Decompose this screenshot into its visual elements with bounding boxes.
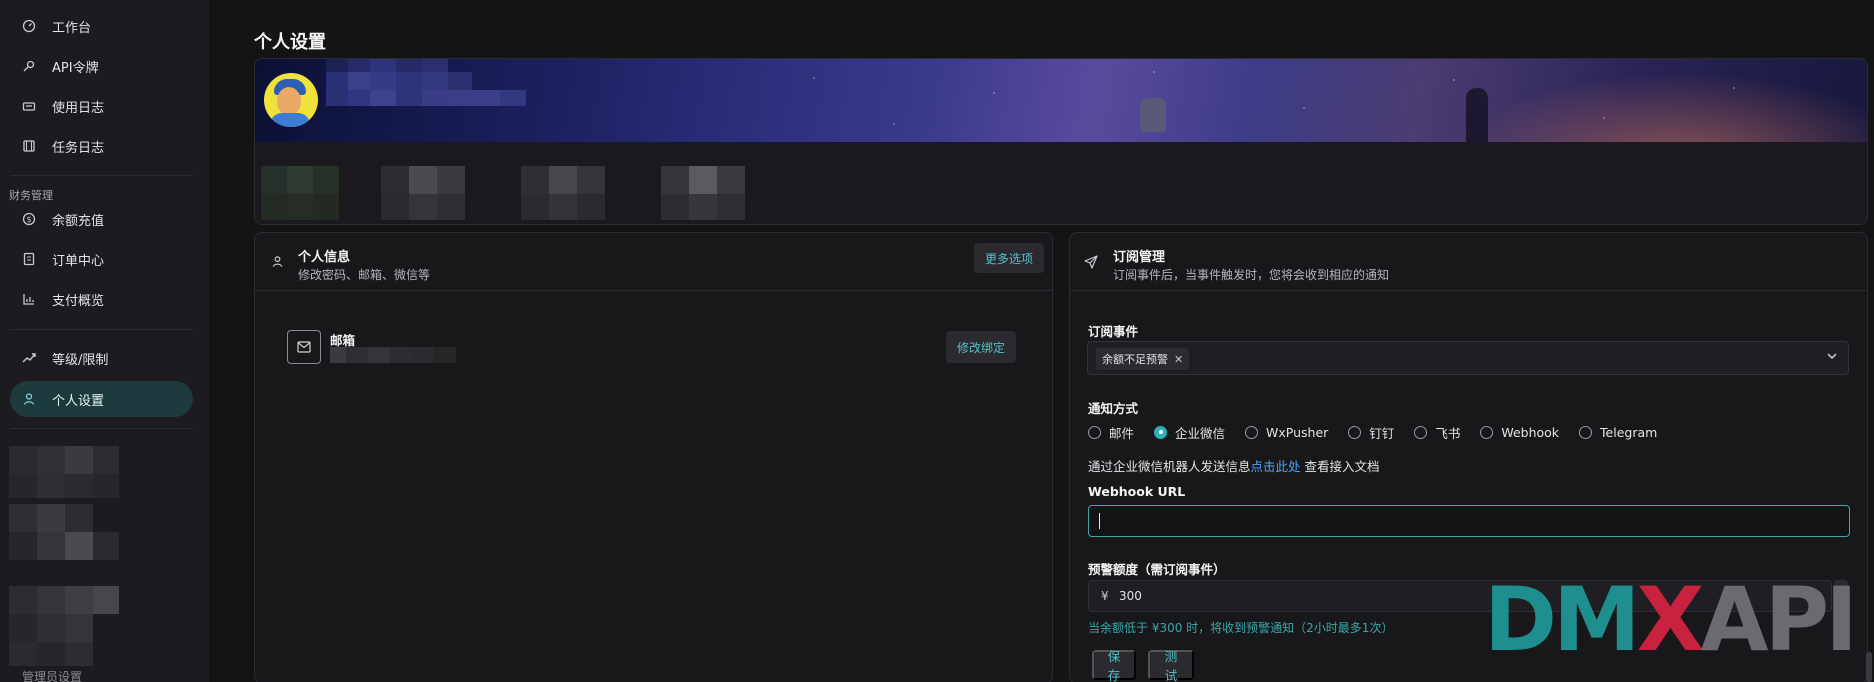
profile-info-card: 个人信息 修改密码、邮箱、微信等 更多选项 邮箱 修改绑定 — [254, 232, 1053, 682]
sidebar-divider — [10, 329, 193, 330]
sidebar-item-orders[interactable]: 订单中心 — [10, 241, 193, 277]
banner-astronaut — [1140, 98, 1166, 132]
save-button[interactable]: 保存 — [1092, 650, 1136, 682]
sidebar-item-api-token[interactable]: API令牌 — [10, 48, 193, 84]
card-title: 个人信息 — [298, 250, 351, 265]
close-icon[interactable]: ✕ — [1174, 353, 1183, 366]
notify-radio-group: 邮件 企业微信 WxPusher 钉钉 飞书 Webhook Telegram — [1088, 422, 1677, 442]
redacted-username — [326, 58, 526, 118]
user-icon — [22, 392, 36, 406]
task-icon — [22, 139, 36, 153]
sidebar-item-label: 等级/限制 — [52, 352, 109, 368]
sidebar-item-task-log[interactable]: 任务日志 — [10, 128, 193, 164]
avatar[interactable] — [264, 73, 318, 127]
svg-text:$: $ — [26, 215, 31, 224]
chart-icon — [22, 292, 36, 306]
notify-label: 通知方式 — [1088, 401, 1139, 416]
sidebar-item-label: 任务日志 — [52, 140, 105, 156]
chevron-down-icon[interactable] — [1826, 350, 1838, 365]
redacted-stats — [261, 166, 881, 224]
threshold-label: 预警额度（需订阅事件） — [1088, 562, 1226, 577]
event-tag: 余额不足预警 ✕ — [1096, 348, 1190, 370]
receipt-icon — [22, 252, 36, 266]
radio-telegram[interactable]: Telegram — [1579, 425, 1657, 440]
events-label: 订阅事件 — [1088, 324, 1139, 339]
radio-feishu[interactable]: 飞书 — [1414, 423, 1460, 442]
event-tag-label: 余额不足预警 — [1102, 353, 1168, 366]
threshold-value: 300 — [1119, 589, 1142, 603]
sidebar-item-usage-log[interactable]: 使用日志 — [10, 88, 193, 124]
user-icon — [271, 255, 284, 272]
sidebar-item-dashboard[interactable]: 工作台 — [10, 8, 193, 44]
redacted-area — [9, 446, 119, 680]
sidebar-item-label: 工作台 — [52, 20, 92, 36]
banner-figure — [1466, 88, 1488, 142]
redacted-email — [330, 347, 456, 363]
sidebar-item-level-limit[interactable]: 等级/限制 — [10, 340, 193, 376]
radio-email[interactable]: 邮件 — [1088, 423, 1134, 442]
dashboard-icon — [22, 19, 36, 33]
sidebar-item-recharge[interactable]: $ 余额充值 — [10, 201, 193, 237]
log-icon — [22, 99, 36, 113]
webhook-url-input[interactable] — [1088, 505, 1850, 537]
sidebar-item-admin-settings[interactable]: 管理员设置 — [22, 668, 82, 682]
currency-symbol: ¥ — [1101, 589, 1109, 603]
profile-stats — [254, 142, 1868, 225]
sidebar: 工作台 API令牌 使用日志 任务日志 财务管理 $ 余额充值 订单中心 支付概… — [0, 0, 209, 682]
sidebar-item-personal-settings[interactable]: 个人设置 — [10, 381, 193, 417]
webhook-label: Webhook URL — [1088, 484, 1186, 499]
radio-dingtalk[interactable]: 钉钉 — [1348, 423, 1394, 442]
sidebar-item-label: API令牌 — [52, 60, 99, 76]
trend-icon — [22, 351, 36, 365]
mail-icon — [287, 330, 321, 364]
scrollbar-thumb[interactable] — [1866, 652, 1872, 682]
sidebar-divider — [10, 428, 193, 429]
wecom-hint: 通过企业微信机器人发送信息点击此处 查看接入文档 — [1088, 459, 1380, 474]
sidebar-item-label: 订单中心 — [52, 253, 105, 269]
sidebar-item-label: 个人设置 — [52, 393, 105, 409]
text-caret — [1099, 513, 1100, 529]
radio-wecom[interactable]: 企业微信 — [1154, 423, 1225, 442]
coin-icon: $ — [22, 212, 36, 226]
card-title: 订阅管理 — [1113, 250, 1166, 265]
rebind-email-button[interactable]: 修改绑定 — [946, 331, 1016, 363]
radio-wxpusher[interactable]: WxPusher — [1245, 425, 1328, 440]
radio-webhook[interactable]: Webhook — [1480, 425, 1559, 440]
more-options-button[interactable]: 更多选项 — [974, 243, 1044, 273]
card-subtitle: 订阅事件后，当事件触发时，您将会收到相应的通知 — [1113, 268, 1390, 282]
sidebar-item-label: 使用日志 — [52, 100, 105, 116]
key-icon — [22, 59, 36, 73]
page-title: 个人设置 — [254, 32, 326, 53]
docs-link[interactable]: 点击此处 — [1251, 459, 1301, 474]
threshold-hint: 当余额低于 ¥300 时，将收到预警通知（2小时最多1次） — [1088, 621, 1394, 635]
sidebar-divider — [10, 175, 193, 176]
sidebar-item-payment-overview[interactable]: 支付概览 — [10, 281, 193, 317]
dmxapi-watermark: DMXAPI — [1484, 568, 1858, 671]
sidebar-item-label: 余额充值 — [52, 213, 105, 229]
test-button[interactable]: 测试 — [1148, 650, 1194, 682]
profile-banner — [254, 58, 1868, 142]
sidebar-item-label: 支付概览 — [52, 293, 105, 309]
events-select[interactable]: 余额不足预警 ✕ — [1087, 341, 1849, 375]
send-icon — [1084, 255, 1098, 273]
card-subtitle: 修改密码、邮箱、微信等 — [298, 268, 431, 282]
